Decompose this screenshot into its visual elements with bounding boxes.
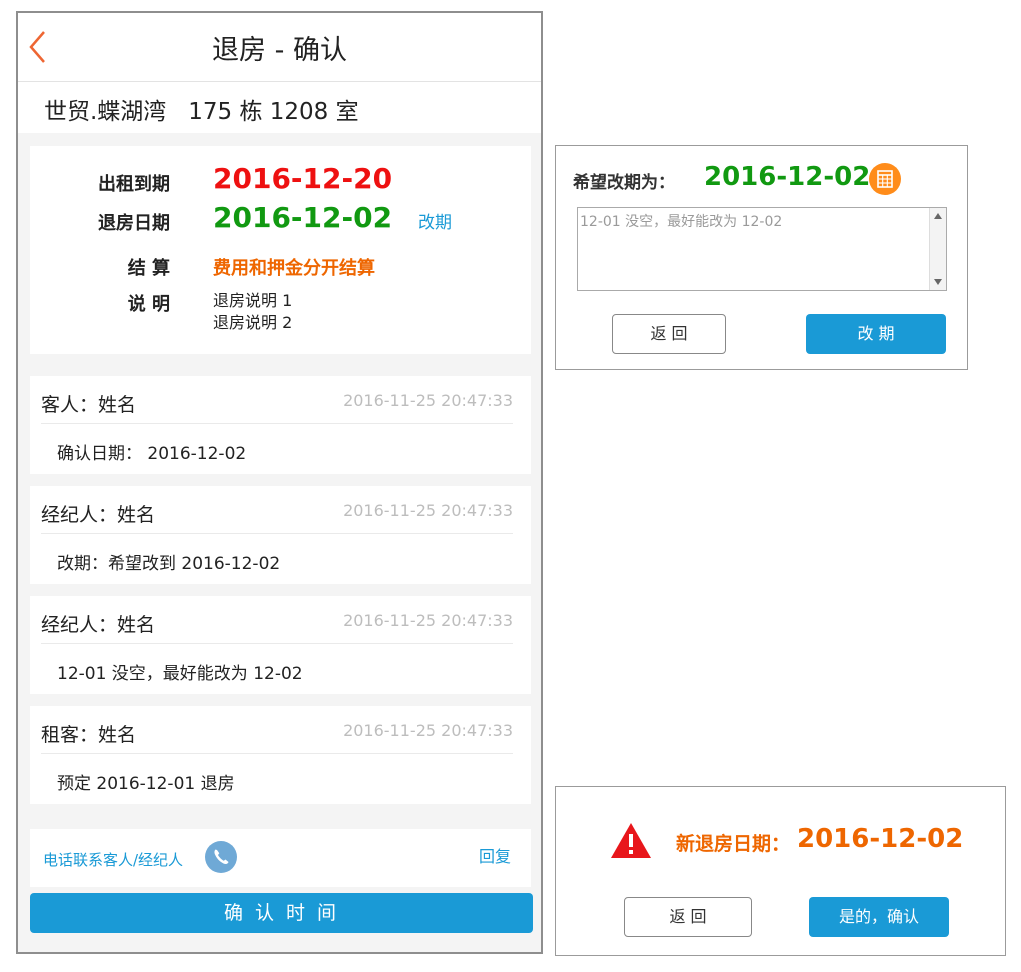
message-item: 客人：姓名 2016-11-25 20:47:33 确认日期： 2016-12-…	[30, 376, 531, 474]
settlement-label: 结 算	[127, 258, 170, 279]
phone-icon[interactable]	[204, 840, 238, 874]
checkout-info-card: 出租到期 2016-12-20 退房日期 2016-12-02 改期 结 算 费…	[30, 146, 531, 354]
new-date-label: 新退房日期：	[676, 833, 791, 855]
reschedule-back-button[interactable]: 返 回	[612, 314, 726, 354]
confirm-time-button[interactable]: 确 认 时 间	[30, 893, 533, 933]
reason-placeholder: 12-01 没空，最好能改为 12-02	[580, 214, 783, 230]
textarea-scrollbar[interactable]	[929, 208, 946, 290]
contact-footer: 电话联系客人/经纪人 回复	[30, 829, 531, 887]
message-time: 2016-11-25 20:47:33	[343, 501, 513, 520]
checkout-date-value: 2016-12-02	[213, 201, 393, 234]
divider	[41, 753, 513, 754]
scroll-up-icon[interactable]	[934, 213, 942, 219]
notes: 退房说明 1 退房说明 2	[213, 290, 292, 334]
divider	[41, 643, 513, 644]
message-body: 改期：希望改到 2016-12-02	[57, 554, 281, 574]
note-label: 说 明	[127, 294, 170, 315]
message-item: 租客：姓名 2016-11-25 20:47:33 预定 2016-12-01 …	[30, 706, 531, 804]
checkout-date-label: 退房日期	[98, 213, 170, 234]
message-body: 确认日期： 2016-12-02	[57, 444, 247, 464]
lease-end-value: 2016-12-20	[213, 162, 393, 195]
scroll-down-icon[interactable]	[934, 279, 942, 285]
message-body: 12-01 没空，最好能改为 12-02	[57, 664, 303, 684]
message-sender: 客人：姓名	[41, 394, 137, 416]
new-date-value: 2016-12-02	[797, 824, 964, 854]
page-title: 退房 - 确认	[212, 35, 347, 66]
reschedule-date: 2016-12-02	[704, 162, 871, 192]
message-sender: 经纪人：姓名	[41, 504, 156, 526]
divider	[41, 423, 513, 424]
reschedule-dialog: 希望改期为： 2016-12-02 12-01 没空，最好能改为 12-02 返…	[555, 145, 968, 370]
address-bar: 世贸.蝶湖湾 175 栋 1208 室	[18, 82, 541, 133]
divider	[41, 533, 513, 534]
reschedule-label: 希望改期为：	[573, 173, 675, 193]
message-sender: 经纪人：姓名	[41, 614, 156, 636]
top-bar: 退房 - 确认	[18, 13, 541, 82]
note-line: 退房说明 2	[213, 313, 293, 332]
message-time: 2016-11-25 20:47:33	[343, 611, 513, 630]
settlement-value: 费用和押金分开结算	[213, 258, 375, 279]
message-item: 经纪人：姓名 2016-11-25 20:47:33 改期：希望改到 2016-…	[30, 486, 531, 584]
checkout-confirm-screen: 退房 - 确认 世贸.蝶湖湾 175 栋 1208 室 出租到期 2016-12…	[16, 11, 543, 954]
message-body: 预定 2016-12-01 退房	[57, 774, 235, 794]
message-time: 2016-11-25 20:47:33	[343, 391, 513, 410]
confirm-back-button[interactable]: 返 回	[624, 897, 752, 937]
new-date-confirm-dialog: 新退房日期： 2016-12-02 返 回 是的，确认	[555, 786, 1006, 956]
lease-end-label: 出租到期	[98, 174, 170, 195]
change-date-link[interactable]: 改期	[418, 208, 452, 233]
address-text: 世贸.蝶湖湾 175 栋 1208 室	[44, 99, 359, 125]
message-item: 经纪人：姓名 2016-11-25 20:47:33 12-01 没空，最好能改…	[30, 596, 531, 694]
reply-link[interactable]: 回复	[479, 843, 511, 867]
note-line: 退房说明 1	[213, 291, 293, 310]
message-time: 2016-11-25 20:47:33	[343, 721, 513, 740]
confirm-yes-button[interactable]: 是的，确认	[809, 897, 949, 937]
reason-textarea[interactable]: 12-01 没空，最好能改为 12-02	[577, 207, 947, 291]
call-contact-link[interactable]: 电话联系客人/经纪人	[43, 849, 183, 870]
warning-icon	[611, 823, 651, 858]
message-sender: 租客：姓名	[41, 724, 137, 746]
calendar-icon[interactable]	[868, 162, 902, 196]
reschedule-change-button[interactable]: 改 期	[806, 314, 946, 354]
